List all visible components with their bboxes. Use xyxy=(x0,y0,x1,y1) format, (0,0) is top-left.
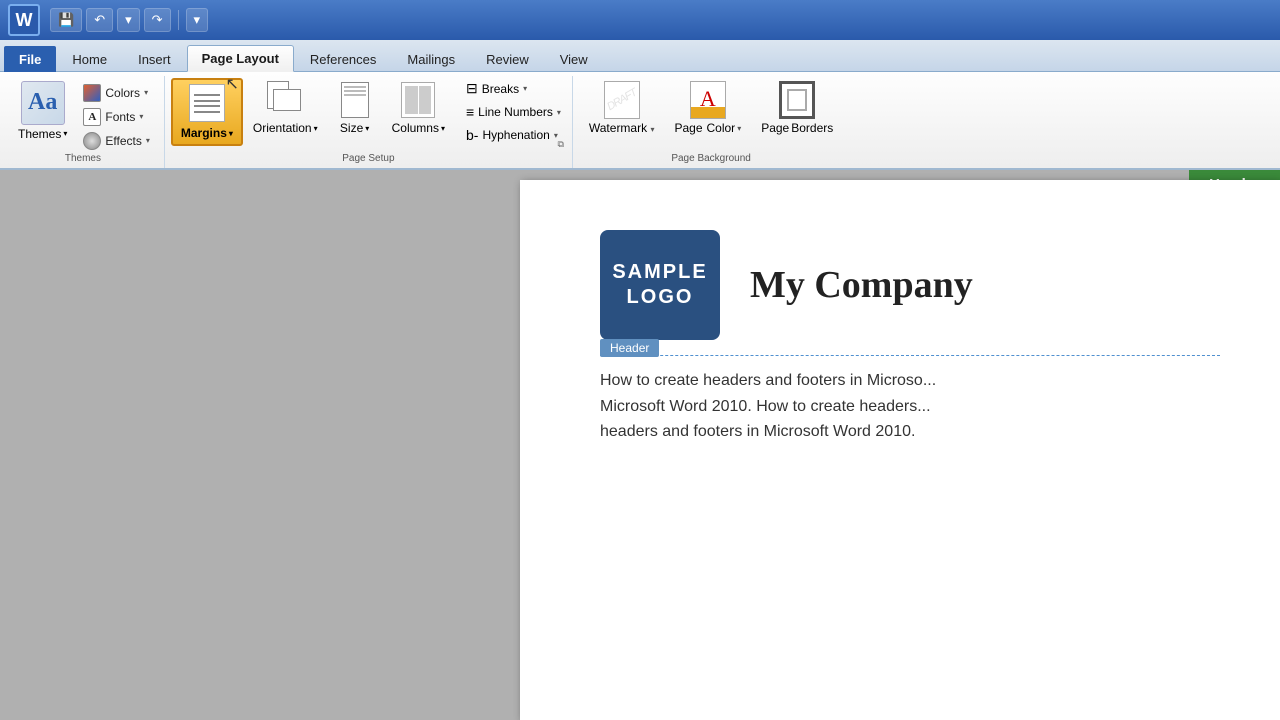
line-numbers-button[interactable]: ≡ Line Numbers ▾ xyxy=(461,102,566,122)
watermark-button[interactable]: DRAFT Watermark ▾ xyxy=(581,78,663,138)
orientation-icon-area xyxy=(266,81,304,119)
orientation-button[interactable]: Orientation ▾ xyxy=(245,78,326,138)
orientation-chevron: ▾ xyxy=(314,124,318,133)
size-button[interactable]: Size ▾ xyxy=(328,78,382,138)
columns-chevron: ▾ xyxy=(441,124,445,133)
page-borders-button[interactable]: Page Borders xyxy=(753,78,841,138)
effects-button[interactable]: Effects ▾ xyxy=(79,131,153,151)
size-icon-area xyxy=(336,81,374,119)
line-numbers-icon: ≡ xyxy=(466,104,474,120)
title-separator xyxy=(178,10,179,30)
themes-group-content: Aa Themes ▾ Colors ▾ A Fonts xyxy=(12,78,154,151)
line-numbers-label: Line Numbers xyxy=(478,105,553,119)
logo-line2: LOGO xyxy=(627,286,694,309)
document-area: Header SAMPLE LOGO My Company Header How… xyxy=(0,170,1280,720)
columns-button[interactable]: Columns ▾ xyxy=(384,78,453,138)
page-background-label: Page Background xyxy=(581,151,841,166)
tab-page-layout[interactable]: Page Layout xyxy=(187,45,294,72)
breaks-label: Breaks xyxy=(482,82,519,96)
page-color-button[interactable]: A Page Color ▾ xyxy=(666,78,749,138)
header-label[interactable]: Header xyxy=(600,339,659,357)
margins-icon xyxy=(189,84,225,122)
body-text-1: How to create headers and footers in Mic… xyxy=(600,368,1220,394)
ribbon: Aa Themes ▾ Colors ▾ A Fonts xyxy=(0,72,1280,170)
page-color-icon: A xyxy=(690,81,726,119)
page-color-label: Page xyxy=(674,121,702,135)
page-background-content: DRAFT Watermark ▾ A Page Color ▾ xyxy=(581,78,841,151)
page-borders-label2: Borders xyxy=(791,121,833,135)
themes-button[interactable]: Aa Themes ▾ xyxy=(12,79,73,143)
sample-logo: SAMPLE LOGO xyxy=(600,230,720,340)
watermark-chevron: ▾ xyxy=(650,125,654,134)
effects-chevron: ▾ xyxy=(146,136,150,145)
company-name: My Company xyxy=(750,263,973,307)
hyphenation-icon: b- xyxy=(466,127,478,143)
page-setup-content: ↖ Margins ▾ Orientation ▾ xyxy=(171,78,566,151)
page-setup-expand[interactable]: ⧉ xyxy=(557,139,563,150)
orientation-label: Orientation xyxy=(253,121,312,135)
hyphenation-label: Hyphenation xyxy=(482,128,549,142)
undo-dropdown[interactable]: ▾ xyxy=(117,8,140,32)
cursor-arrow: ↖ xyxy=(225,74,238,94)
fonts-chevron: ▾ xyxy=(139,112,143,121)
colors-label: Colors xyxy=(105,86,140,100)
tab-mailings[interactable]: Mailings xyxy=(392,46,470,72)
customize-button[interactable]: ▾ xyxy=(186,8,209,32)
page-setup-group: ↖ Margins ▾ Orientation ▾ xyxy=(165,76,573,168)
body-text-3: headers and footers in Microsoft Word 20… xyxy=(600,419,1220,445)
page-setup-group-label: Page Setup xyxy=(171,151,566,166)
page-setup-small-group: ⊟ Breaks ▾ ≡ Line Numbers ▾ b- Hyphenati… xyxy=(461,78,566,145)
effects-icon xyxy=(83,132,101,150)
themes-chevron: ▾ xyxy=(63,129,67,138)
columns-label: Columns xyxy=(392,121,439,135)
save-button[interactable]: 💾 xyxy=(50,8,82,32)
columns-icon-area xyxy=(399,81,437,119)
themes-group-label: Themes xyxy=(12,151,154,166)
tab-references[interactable]: References xyxy=(295,46,391,72)
fonts-icon: A xyxy=(83,108,101,126)
watermark-icon: DRAFT xyxy=(604,81,640,119)
fonts-label: Fonts xyxy=(105,110,135,124)
page-borders-label: Page xyxy=(761,121,789,135)
breaks-icon: ⊟ xyxy=(466,80,478,97)
ribbon-tabs: File Home Insert Page Layout References … xyxy=(0,40,1280,72)
title-bar: W 💾 ↶ ▾ ↷ ▾ xyxy=(0,0,1280,40)
hyphenation-button[interactable]: b- Hyphenation ▾ xyxy=(461,125,566,145)
themes-group: Aa Themes ▾ Colors ▾ A Fonts xyxy=(4,76,165,168)
themes-icon: Aa xyxy=(21,81,65,125)
document-header: SAMPLE LOGO My Company Header xyxy=(600,230,1220,356)
word-logo: W xyxy=(8,4,40,36)
page-color-label2: Color xyxy=(707,121,736,135)
margins-button[interactable]: ↖ Margins ▾ xyxy=(171,78,243,146)
logo-line1: SAMPLE xyxy=(612,261,707,284)
watermark-label: Watermark xyxy=(589,121,647,135)
line-numbers-chevron: ▾ xyxy=(557,108,561,117)
body-text-2: Microsoft Word 2010. How to create heade… xyxy=(600,394,1220,420)
margins-label: Margins xyxy=(181,126,227,140)
document-page: SAMPLE LOGO My Company Header How to cre… xyxy=(520,180,1280,720)
margins-chevron: ▾ xyxy=(229,129,233,138)
colors-icon xyxy=(83,84,101,102)
redo-button[interactable]: ↷ xyxy=(144,8,171,32)
tab-review[interactable]: Review xyxy=(471,46,544,72)
themes-label: Themes xyxy=(18,127,61,141)
breaks-button[interactable]: ⊟ Breaks ▾ xyxy=(461,78,566,99)
fonts-button[interactable]: A Fonts ▾ xyxy=(79,107,153,127)
tab-file[interactable]: File xyxy=(4,46,56,72)
colors-button[interactable]: Colors ▾ xyxy=(79,83,153,103)
undo-button[interactable]: ↶ xyxy=(86,8,113,32)
tab-view[interactable]: View xyxy=(545,46,603,72)
size-chevron: ▾ xyxy=(365,124,369,133)
page-color-chevron: ▾ xyxy=(737,124,741,133)
tab-insert[interactable]: Insert xyxy=(123,46,186,72)
size-label: Size xyxy=(340,121,363,135)
effects-label: Effects xyxy=(105,134,141,148)
page-borders-icon xyxy=(779,81,815,119)
page-background-group: DRAFT Watermark ▾ A Page Color ▾ xyxy=(573,76,849,168)
breaks-chevron: ▾ xyxy=(523,84,527,93)
tab-home[interactable]: Home xyxy=(57,46,122,72)
colors-chevron: ▾ xyxy=(144,88,148,97)
